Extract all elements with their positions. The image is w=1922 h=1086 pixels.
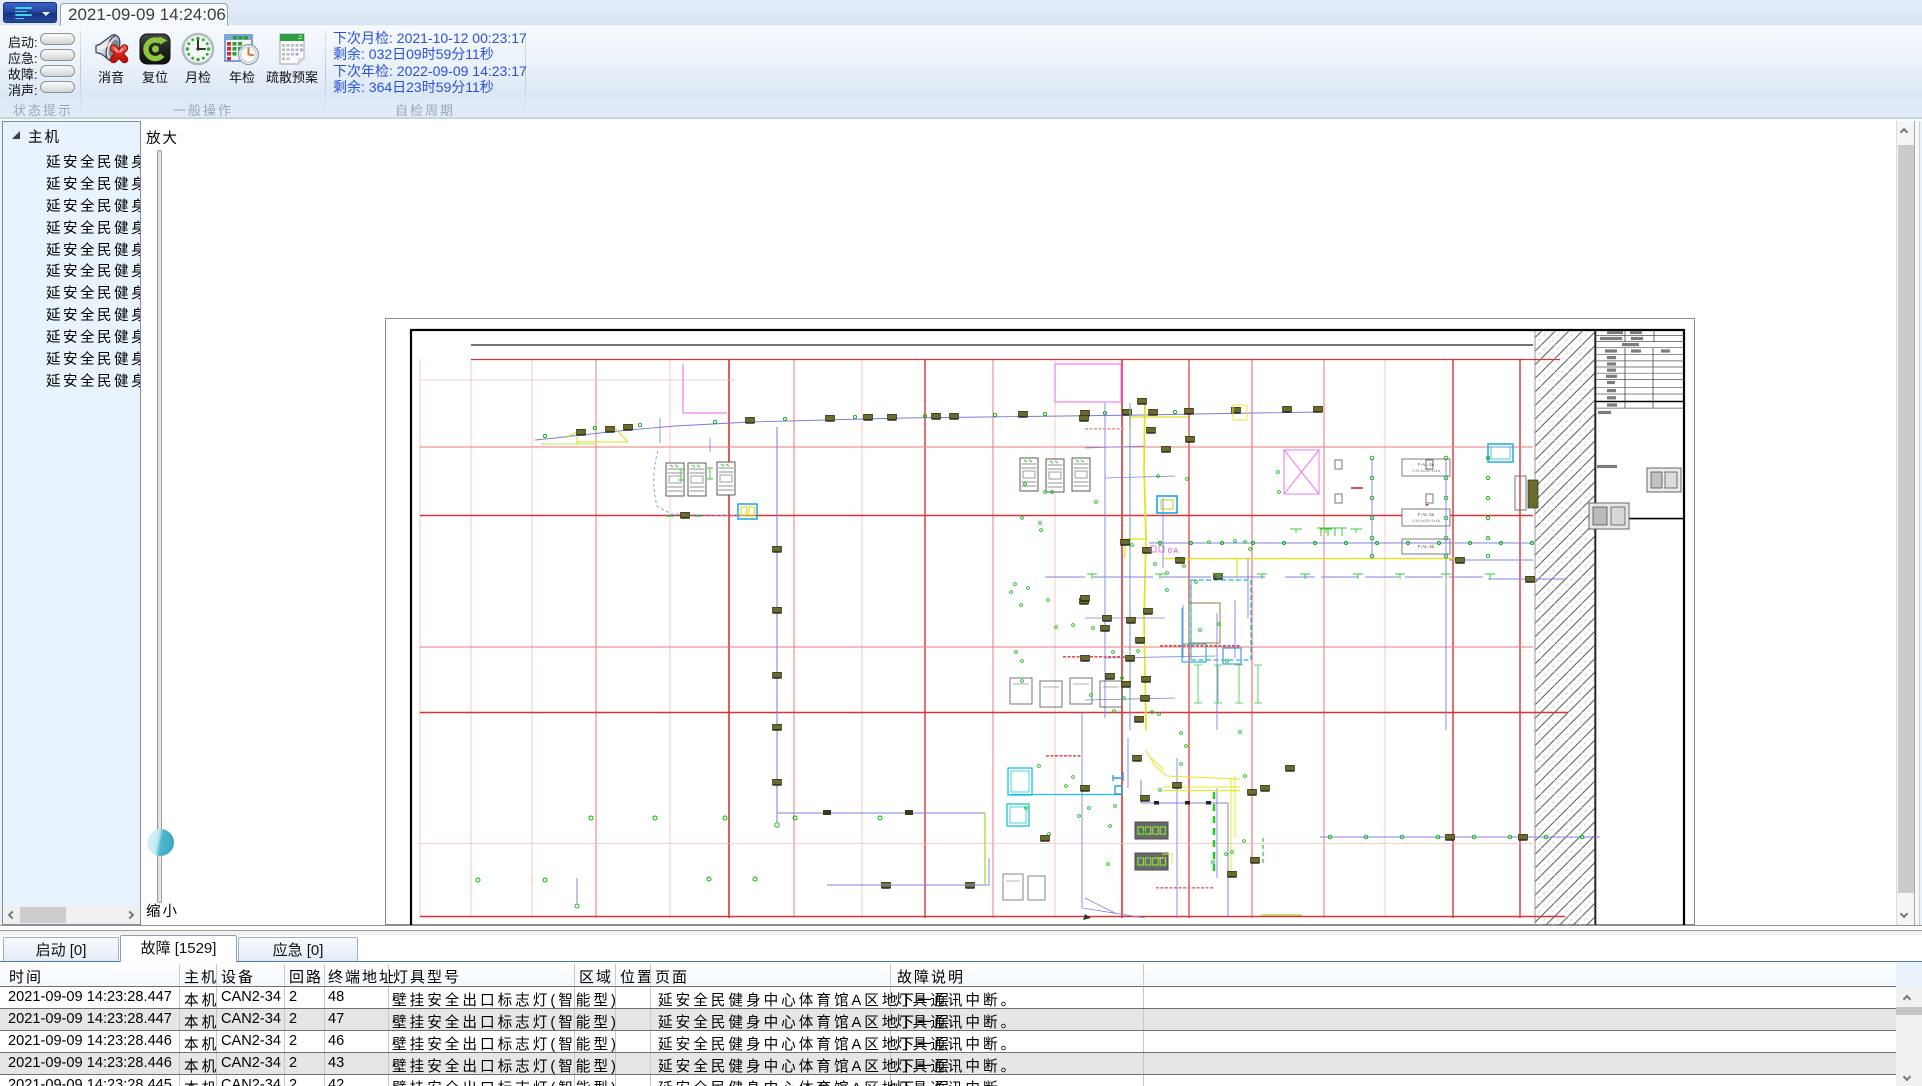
svg-text:0 A: 0 A [1168,548,1178,555]
svg-text:F-AL-3b: F-AL-3b [1418,544,1435,549]
